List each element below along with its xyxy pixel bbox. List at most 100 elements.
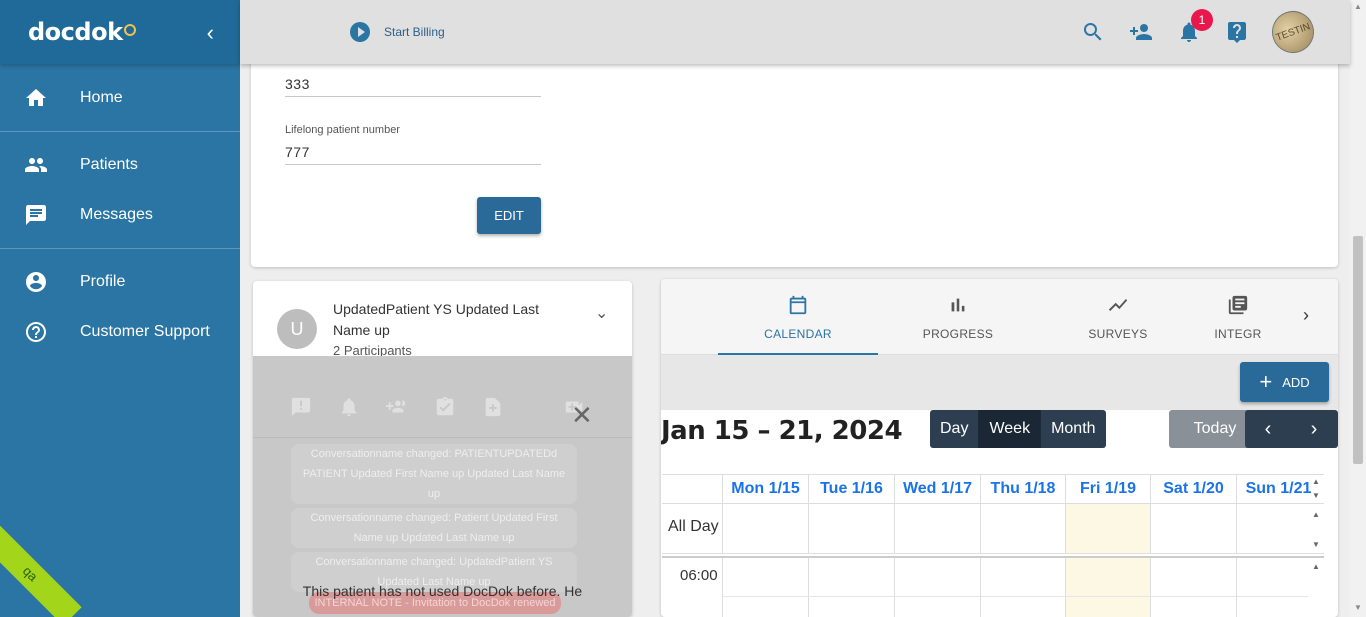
time-slot[interactable] xyxy=(894,558,980,617)
play-circle-icon xyxy=(350,22,370,42)
patient-number-field[interactable]: 333 xyxy=(285,68,541,97)
sidebar-item-label: Messages xyxy=(80,206,153,223)
all-day-row: All Day ▲ ▼ xyxy=(662,504,1324,554)
report-icon[interactable] xyxy=(290,396,312,418)
all-day-cell[interactable] xyxy=(1150,504,1236,553)
plus-icon: + xyxy=(1259,369,1273,394)
view-week-button[interactable]: Week xyxy=(979,410,1042,448)
calendar-icon xyxy=(789,295,807,315)
tab-integrations[interactable]: INTEGR xyxy=(1198,279,1278,355)
sidebar-item-messages[interactable]: Messages xyxy=(0,190,240,240)
day-header: Fri 1/19 xyxy=(1065,475,1150,503)
page-scrollbar[interactable]: ▲ ▼ xyxy=(1350,0,1366,617)
day-header: Wed 1/17 xyxy=(894,475,980,503)
time-slot[interactable] xyxy=(1150,558,1236,617)
message-icon xyxy=(26,205,46,225)
sidebar-header: docdok ‹ xyxy=(0,0,240,64)
sidebar-item-label: Patients xyxy=(80,156,138,173)
add-person-icon[interactable] xyxy=(1129,20,1153,44)
all-day-cell[interactable] xyxy=(1236,504,1310,553)
message-bubble: Conversationname changed: Patient Update… xyxy=(291,508,577,548)
docdok-logo[interactable]: docdok xyxy=(28,18,136,46)
tab-progress[interactable]: PROGRESS xyxy=(878,279,1038,355)
user-avatar[interactable]: TESTIN xyxy=(1266,5,1320,59)
collapse-sidebar-icon[interactable]: ‹ xyxy=(207,20,214,46)
day-header: Thu 1/18 xyxy=(980,475,1065,503)
chevron-right-icon[interactable]: › xyxy=(1303,305,1309,326)
help-icon[interactable] xyxy=(1225,20,1249,44)
start-billing-label: Start Billing xyxy=(384,25,445,39)
all-day-cell[interactable] xyxy=(808,504,894,553)
sidebar-item-label: Profile xyxy=(80,273,126,290)
trend-line-icon xyxy=(1108,299,1128,311)
sidebar: docdok ‹ Home Patients Messages Profile … xyxy=(0,0,240,617)
sidebar-item-profile[interactable]: Profile xyxy=(0,257,240,307)
all-day-cell[interactable] xyxy=(722,504,808,553)
patient-tabs-card: CALENDAR PROGRESS SURVEYS INTEGR › + ADD… xyxy=(661,279,1338,617)
sidebar-item-label: Customer Support xyxy=(80,323,210,340)
assignment-icon[interactable] xyxy=(434,396,456,418)
top-app-bar: Start Billing 1 TESTIN xyxy=(240,0,1350,64)
sidebar-item-customer-support[interactable]: Customer Support xyxy=(0,307,240,357)
next-week-icon[interactable]: › xyxy=(1291,410,1337,448)
tab-strip: CALENDAR PROGRESS SURVEYS INTEGR › xyxy=(661,279,1338,355)
hour-row: 06:00 ▲ xyxy=(662,556,1324,617)
start-billing-button[interactable]: Start Billing xyxy=(350,22,445,42)
group-add-icon[interactable] xyxy=(386,396,408,418)
help-circle-icon xyxy=(26,322,46,342)
patient-number-value[interactable]: 333 xyxy=(285,68,541,97)
tab-calendar[interactable]: CALENDAR xyxy=(718,279,878,355)
time-slot[interactable] xyxy=(1236,558,1310,617)
previous-week-icon[interactable]: ‹ xyxy=(1245,410,1291,448)
sidebar-item-home[interactable]: Home xyxy=(0,73,240,123)
lifelong-patient-number-label: Lifelong patient number xyxy=(285,124,400,136)
library-icon xyxy=(1228,295,1248,315)
search-icon[interactable] xyxy=(1081,20,1105,44)
scroll-down-icon[interactable]: ▼ xyxy=(1312,491,1320,500)
tab-surveys[interactable]: SURVEYS xyxy=(1038,279,1198,355)
add-label: ADD xyxy=(1282,374,1310,390)
conversation-loading-overlay: ✕ Conversationname changed: PATIENTUPDAT… xyxy=(253,356,632,617)
sidebar-item-label: Home xyxy=(80,89,123,106)
all-day-cell-today[interactable] xyxy=(1065,504,1150,553)
account-circle-icon xyxy=(26,272,46,292)
scroll-down-icon[interactable]: ▼ xyxy=(1312,540,1320,549)
calendar-view-switcher: Day Week Month xyxy=(930,410,1106,448)
notifications-bell-icon[interactable]: 1 xyxy=(1177,9,1213,44)
close-icon[interactable]: ✕ xyxy=(571,400,593,431)
lifelong-patient-number-value[interactable]: 777 xyxy=(285,136,541,165)
patient-details-card: 333 Lifelong patient number 777 EDIT xyxy=(251,40,1338,267)
add-document-icon[interactable] xyxy=(482,396,504,418)
lifelong-patient-number-field[interactable]: Lifelong patient number 777 xyxy=(285,124,541,165)
edit-button[interactable]: EDIT xyxy=(477,197,541,234)
home-icon xyxy=(26,89,46,106)
all-day-cell[interactable] xyxy=(980,504,1065,553)
notification-badge: 1 xyxy=(1191,9,1213,31)
bar-chart-icon xyxy=(951,298,965,312)
calendar-title: Jan 15 – 21, 2024 xyxy=(661,416,903,446)
all-day-cell[interactable] xyxy=(894,504,980,553)
add-event-button[interactable]: + ADD xyxy=(1240,362,1329,402)
scroll-up-icon[interactable]: ▲ xyxy=(1312,510,1320,519)
scroll-up-icon[interactable]: ▲ xyxy=(1312,562,1320,571)
message-bubble: Conversationname changed: PATIENTUPDATED… xyxy=(291,444,577,504)
scroll-up-icon[interactable]: ▲ xyxy=(1312,477,1320,486)
environment-ribbon: qa xyxy=(0,522,82,617)
chevron-down-icon[interactable]: ⌄ xyxy=(595,303,608,323)
tab-label: INTEGR xyxy=(1214,327,1262,341)
time-slot[interactable] xyxy=(980,558,1065,617)
time-slot[interactable] xyxy=(722,558,808,617)
conversation-avatar: U xyxy=(277,309,317,349)
view-day-button[interactable]: Day xyxy=(930,410,980,448)
day-header: Tue 1/16 xyxy=(808,475,894,503)
sidebar-item-patients[interactable]: Patients xyxy=(0,140,240,190)
time-slot-today[interactable] xyxy=(1065,558,1150,617)
patient-notice-text: This patient has not used DocDok before.… xyxy=(302,583,583,599)
alert-bell-icon[interactable] xyxy=(338,396,360,418)
scrollbar-thumb[interactable] xyxy=(1353,236,1363,464)
view-month-button[interactable]: Month xyxy=(1041,410,1106,448)
tab-label: SURVEYS xyxy=(1088,327,1148,341)
day-header: Mon 1/15 xyxy=(722,475,808,503)
time-slot[interactable] xyxy=(808,558,894,617)
day-header-row: Mon 1/15 Tue 1/16 Wed 1/17 Thu 1/18 Fri … xyxy=(662,474,1324,504)
